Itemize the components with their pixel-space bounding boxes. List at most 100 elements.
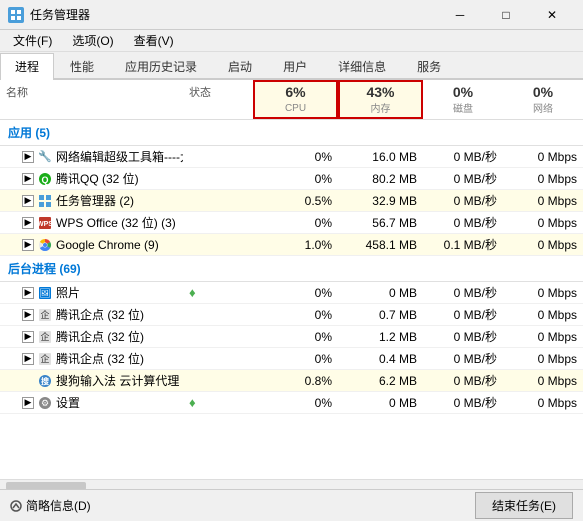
table-row[interactable]: ▶ WPS WPS Office (32 位) (3) 0% 56.7 MB 0…: [0, 212, 583, 234]
table-row[interactable]: ▶ 企 腾讯企点 (32 位) 0% 0.7 MB 0 MB/秒 0 Mbps: [0, 304, 583, 326]
tab-process[interactable]: 进程: [0, 53, 54, 80]
net-percent: 0%: [509, 84, 577, 100]
row-name: ▶ 企 腾讯企点 (32 位): [0, 304, 183, 325]
row-status: [183, 357, 253, 361]
row-cpu: 0.8%: [253, 372, 338, 390]
row-network: 0 Mbps: [503, 328, 583, 346]
menu-file[interactable]: 文件(F): [4, 29, 61, 52]
row-memory: 16.0 MB: [338, 148, 423, 166]
expand-button[interactable]: ▶: [22, 309, 34, 321]
table-row[interactable]: ▶ 🖼 照片 ♦ 0% 0 MB 0 MB/秒 0 Mbps: [0, 282, 583, 304]
row-network: 0 Mbps: [503, 192, 583, 210]
menu-view[interactable]: 查看(V): [125, 29, 183, 52]
row-name: ▶ 🖼 照片: [0, 282, 183, 303]
row-name: ▶ 🔧 网络编辑超级工具箱----大海加...: [0, 146, 183, 167]
row-cpu: 0%: [253, 148, 338, 166]
svg-text:⚙: ⚙: [41, 398, 49, 408]
row-disk: 0 MB/秒: [423, 392, 503, 413]
row-memory: 80.2 MB: [338, 170, 423, 188]
table-row[interactable]: 搜 搜狗输入法 云计算代理 (32 位) 0.8% 6.2 MB 0 MB/秒 …: [0, 370, 583, 392]
row-memory: 0.4 MB: [338, 350, 423, 368]
svg-text:企: 企: [40, 309, 49, 320]
memory-label: 内存: [371, 104, 391, 115]
minimize-button[interactable]: ─: [437, 0, 483, 30]
status-bar: 简略信息(D) 结束任务(E): [0, 489, 583, 521]
no-expand-spacer: [22, 375, 34, 387]
row-name: ▶ ⚙ 设置: [0, 392, 183, 413]
expand-button[interactable]: ▶: [22, 195, 34, 207]
app-icon-photos: 🖼: [38, 286, 52, 300]
row-disk: 0 MB/秒: [423, 326, 503, 347]
row-name: ▶ Q 腾讯QQ (32 位): [0, 168, 183, 189]
table-row[interactable]: ▶ 企 腾讯企点 (32 位) 0% 1.2 MB 0 MB/秒 0 Mbps: [0, 326, 583, 348]
table-row[interactable]: ▶ Q 腾讯QQ (32 位) 0% 80.2 MB 0 MB/秒 0 Mbps: [0, 168, 583, 190]
brief-info-btn[interactable]: 简略信息(D): [10, 497, 91, 514]
row-status: [183, 243, 253, 247]
svg-text:企: 企: [40, 353, 49, 364]
col-header-disk[interactable]: 0% 磁盘: [423, 80, 503, 119]
app-icon-tencent3: 企: [38, 352, 52, 366]
tab-services[interactable]: 服务: [402, 53, 456, 80]
expand-button[interactable]: ▶: [22, 353, 34, 365]
tab-performance[interactable]: 性能: [55, 53, 109, 80]
row-status: [183, 313, 253, 317]
row-cpu: 0.5%: [253, 192, 338, 210]
row-network: 0 Mbps: [503, 350, 583, 368]
row-name: ▶ WPS WPS Office (32 位) (3): [0, 212, 183, 233]
col-header-status[interactable]: 状态: [183, 80, 253, 119]
row-memory: 0 MB: [338, 284, 423, 302]
tab-details[interactable]: 详细信息: [323, 53, 401, 80]
table-row[interactable]: ▶ 🔧 网络编辑超级工具箱----大海加... 0% 16.0 MB 0 MB/…: [0, 146, 583, 168]
table-body[interactable]: 应用 (5) ▶ 🔧 网络编辑超级工具箱----大海加... 0% 16.0 M…: [0, 120, 583, 479]
row-name: ▶ 企 腾讯企点 (32 位): [0, 326, 183, 347]
end-task-button[interactable]: 结束任务(E): [475, 492, 573, 519]
app-icon-taskmgr: [38, 194, 52, 208]
row-network: 0 Mbps: [503, 236, 583, 254]
table-row[interactable]: ▶ 企 腾讯企点 (32 位) 0% 0.4 MB 0 MB/秒 0 Mbps: [0, 348, 583, 370]
table-header: 名称 状态 6% CPU 43% 内存 0% 磁盘 0% 网络: [0, 80, 583, 120]
table-row[interactable]: ▶ 任务管理器 (2) 0.5% 32.9 MB 0 MB/秒 0 Mbps: [0, 190, 583, 212]
col-header-name[interactable]: 名称: [0, 80, 183, 119]
apps-section-label: 应用 (5): [8, 124, 575, 141]
col-header-network[interactable]: 0% 网络: [503, 80, 583, 119]
row-cpu: 0%: [253, 284, 338, 302]
row-network: 0 Mbps: [503, 394, 583, 412]
row-disk: 0 MB/秒: [423, 212, 503, 233]
app-icon-tencent2: 企: [38, 330, 52, 344]
brief-info-label: 简略信息(D): [26, 497, 91, 514]
row-network: 0 Mbps: [503, 148, 583, 166]
row-memory: 458.1 MB: [338, 236, 423, 254]
expand-button[interactable]: ▶: [22, 217, 34, 229]
row-memory: 6.2 MB: [338, 372, 423, 390]
row-cpu: 0%: [253, 170, 338, 188]
menu-options[interactable]: 选项(O): [63, 29, 122, 52]
table-row[interactable]: ▶ Google Chrome (9) 1.0% 458.1 MB: [0, 234, 583, 256]
expand-button[interactable]: ▶: [22, 173, 34, 185]
table-row[interactable]: ▶ ⚙ 设置 ♦ 0% 0 MB 0 MB/秒 0 Mbps: [0, 392, 583, 414]
tab-startup[interactable]: 启动: [213, 53, 267, 80]
maximize-button[interactable]: □: [483, 0, 529, 30]
expand-button[interactable]: ▶: [22, 287, 34, 299]
row-memory: 0.7 MB: [338, 306, 423, 324]
net-label: 网络: [533, 104, 553, 115]
expand-button[interactable]: ▶: [22, 331, 34, 343]
background-section-label: 后台进程 (69): [8, 260, 575, 277]
row-disk: 0 MB/秒: [423, 168, 503, 189]
row-cpu: 0%: [253, 350, 338, 368]
tab-app-history[interactable]: 应用历史记录: [110, 53, 212, 80]
leaf-icon: ♦: [189, 285, 196, 300]
close-button[interactable]: ✕: [529, 0, 575, 30]
row-memory: 0 MB: [338, 394, 423, 412]
col-header-memory[interactable]: 43% 内存: [338, 80, 423, 119]
expand-button[interactable]: ▶: [22, 151, 34, 163]
row-cpu: 0%: [253, 306, 338, 324]
expand-button[interactable]: ▶: [22, 397, 34, 409]
row-disk: 0 MB/秒: [423, 146, 503, 167]
cpu-label: CPU: [285, 103, 306, 114]
col-header-cpu[interactable]: 6% CPU: [253, 80, 338, 119]
leaf-icon2: ♦: [189, 395, 196, 410]
expand-button[interactable]: ▶: [22, 239, 34, 251]
main-content: 名称 状态 6% CPU 43% 内存 0% 磁盘 0% 网络 应用 (5): [0, 80, 583, 491]
tab-users[interactable]: 用户: [268, 53, 322, 80]
row-cpu: 0%: [253, 394, 338, 412]
